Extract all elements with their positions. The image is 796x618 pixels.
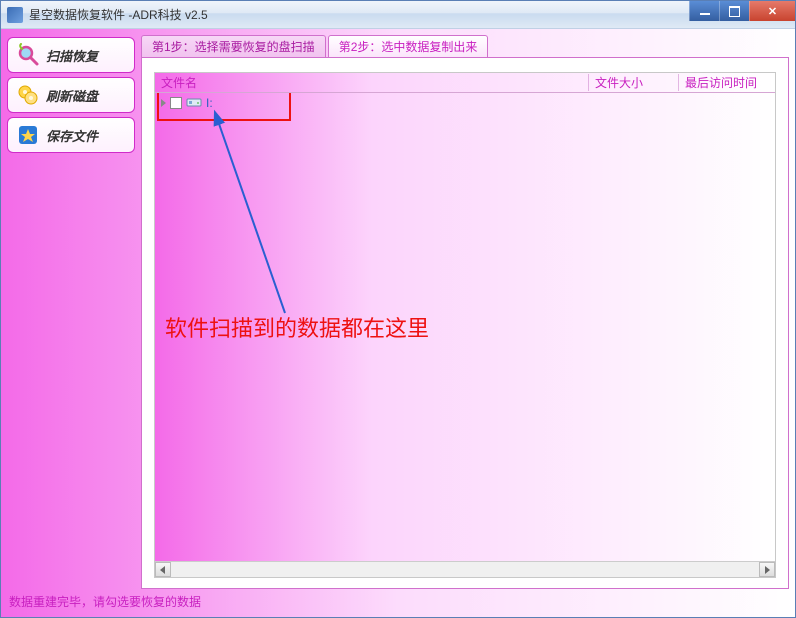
window-controls: [689, 1, 795, 21]
tab-step1[interactable]: 第1步：选择需要恢复的盘扫描: [141, 35, 326, 57]
annotation-arrow: [155, 93, 775, 561]
row-checkbox[interactable]: [170, 97, 182, 109]
maximize-button[interactable]: [719, 1, 749, 21]
tab-bar: 第1步：选择需要恢复的盘扫描 第2步：选中数据复制出来: [141, 35, 789, 57]
magnify-icon: [16, 43, 40, 67]
column-header-size[interactable]: 文件大小: [589, 74, 679, 91]
save-icon: [16, 123, 40, 147]
row-label: I:: [206, 96, 213, 110]
list-header: 文件名 文件大小 最后访问时间: [155, 73, 775, 93]
content-area: 第1步：选择需要恢复的盘扫描 第2步：选中数据复制出来 文件名 文件大小 最后访…: [141, 35, 789, 589]
main-row: 扫描恢复 刷新磁盘: [7, 35, 789, 589]
sidebar-item-label: 刷新磁盘: [46, 86, 98, 105]
sidebar-item-label: 扫描恢复: [46, 46, 98, 65]
table-row[interactable]: I:: [155, 93, 775, 113]
titlebar[interactable]: 星空数据恢复软件 -ADR科技 v2.5: [1, 1, 795, 29]
horizontal-scrollbar[interactable]: [155, 561, 775, 577]
close-button[interactable]: [749, 1, 795, 21]
list-body: I: 软件扫描到的数据都在: [155, 93, 775, 561]
app-icon: [7, 7, 23, 23]
step2-panel: 文件名 文件大小 最后访问时间: [141, 57, 789, 589]
app-window: 星空数据恢复软件 -ADR科技 v2.5 扫描恢复: [0, 0, 796, 618]
status-text: 数据重建完毕，请勾选要恢复的数据: [9, 593, 201, 610]
column-header-name[interactable]: 文件名: [155, 74, 589, 91]
scroll-left-button[interactable]: [155, 562, 171, 577]
expand-icon[interactable]: [161, 99, 166, 107]
scan-recover-button[interactable]: 扫描恢复: [7, 37, 135, 73]
window-title: 星空数据恢复软件 -ADR科技 v2.5: [29, 6, 208, 23]
minimize-button[interactable]: [689, 1, 719, 21]
sidebar-item-label: 保存文件: [46, 126, 98, 145]
column-header-time[interactable]: 最后访问时间: [679, 74, 775, 91]
status-bar: 数据重建完毕，请勾选要恢复的数据: [7, 591, 789, 611]
refresh-disk-button[interactable]: 刷新磁盘: [7, 77, 135, 113]
annotation-text: 软件扫描到的数据都在这里: [165, 311, 429, 343]
save-file-button[interactable]: 保存文件: [7, 117, 135, 153]
file-list: 文件名 文件大小 最后访问时间: [154, 72, 776, 578]
client-area: 扫描恢复 刷新磁盘: [1, 29, 795, 617]
refresh-icon: [16, 83, 40, 107]
scroll-track[interactable]: [171, 562, 759, 577]
scroll-right-button[interactable]: [759, 562, 775, 577]
tab-step2[interactable]: 第2步：选中数据复制出来: [328, 35, 489, 57]
sidebar: 扫描恢复 刷新磁盘: [7, 35, 135, 589]
drive-icon: [186, 96, 202, 111]
